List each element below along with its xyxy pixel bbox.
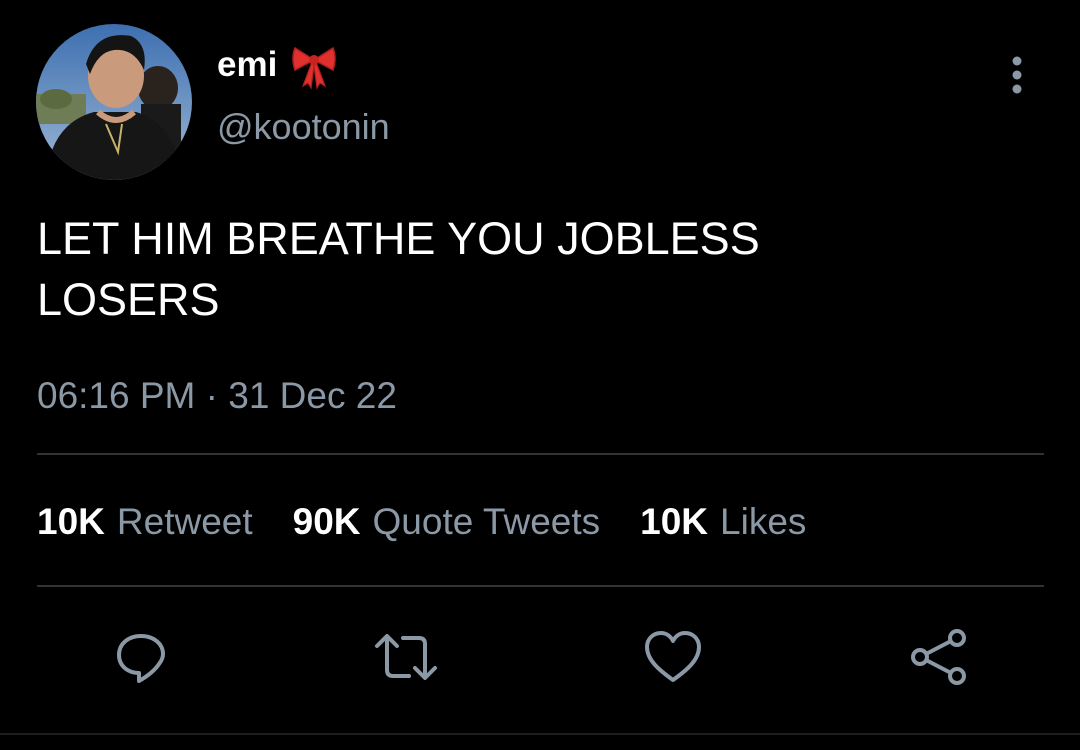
like-count: 10K: [640, 501, 709, 542]
engagement-stats: 10K Retweet 90K Quote Tweets 10K Likes: [37, 498, 846, 546]
avatar-photo: [36, 24, 192, 180]
reply-button[interactable]: [108, 624, 174, 690]
quote-tweet-label: Quote Tweets: [372, 501, 601, 542]
retweet-label: Retweet: [116, 501, 253, 542]
tweet-timestamp[interactable]: 06:16 PM · 31 Dec 22: [37, 372, 397, 420]
divider-top: [37, 453, 1044, 455]
display-name-text: emi: [217, 45, 278, 84]
avatar[interactable]: [36, 24, 192, 180]
retweet-button[interactable]: [373, 624, 439, 690]
reply-icon: [117, 634, 165, 683]
retweet-icon: [375, 634, 437, 680]
more-vertical-icon: [1012, 56, 1022, 94]
retweet-stat[interactable]: 10K Retweet: [37, 498, 253, 546]
share-button[interactable]: [906, 624, 972, 690]
retweet-count: 10K: [37, 501, 105, 542]
display-name[interactable]: emi: [217, 40, 339, 90]
like-stat[interactable]: 10K Likes: [640, 498, 806, 546]
ribbon-bow-icon: [289, 40, 339, 90]
like-button[interactable]: [640, 624, 706, 690]
like-label: Likes: [720, 501, 807, 542]
quote-tweet-stat[interactable]: 90K Quote Tweets: [293, 498, 601, 546]
user-handle[interactable]: @kootonin: [217, 104, 390, 150]
share-icon: [911, 629, 966, 685]
like-icon: [645, 631, 701, 682]
quote-tweet-count: 90K: [292, 501, 361, 542]
divider-bottom: [37, 585, 1044, 587]
tweet-text: LET HIM BREATHE YOU JOBLESS LOSERS: [37, 213, 760, 325]
bottom-divider: [0, 733, 1080, 735]
more-options-button[interactable]: [996, 50, 1038, 100]
